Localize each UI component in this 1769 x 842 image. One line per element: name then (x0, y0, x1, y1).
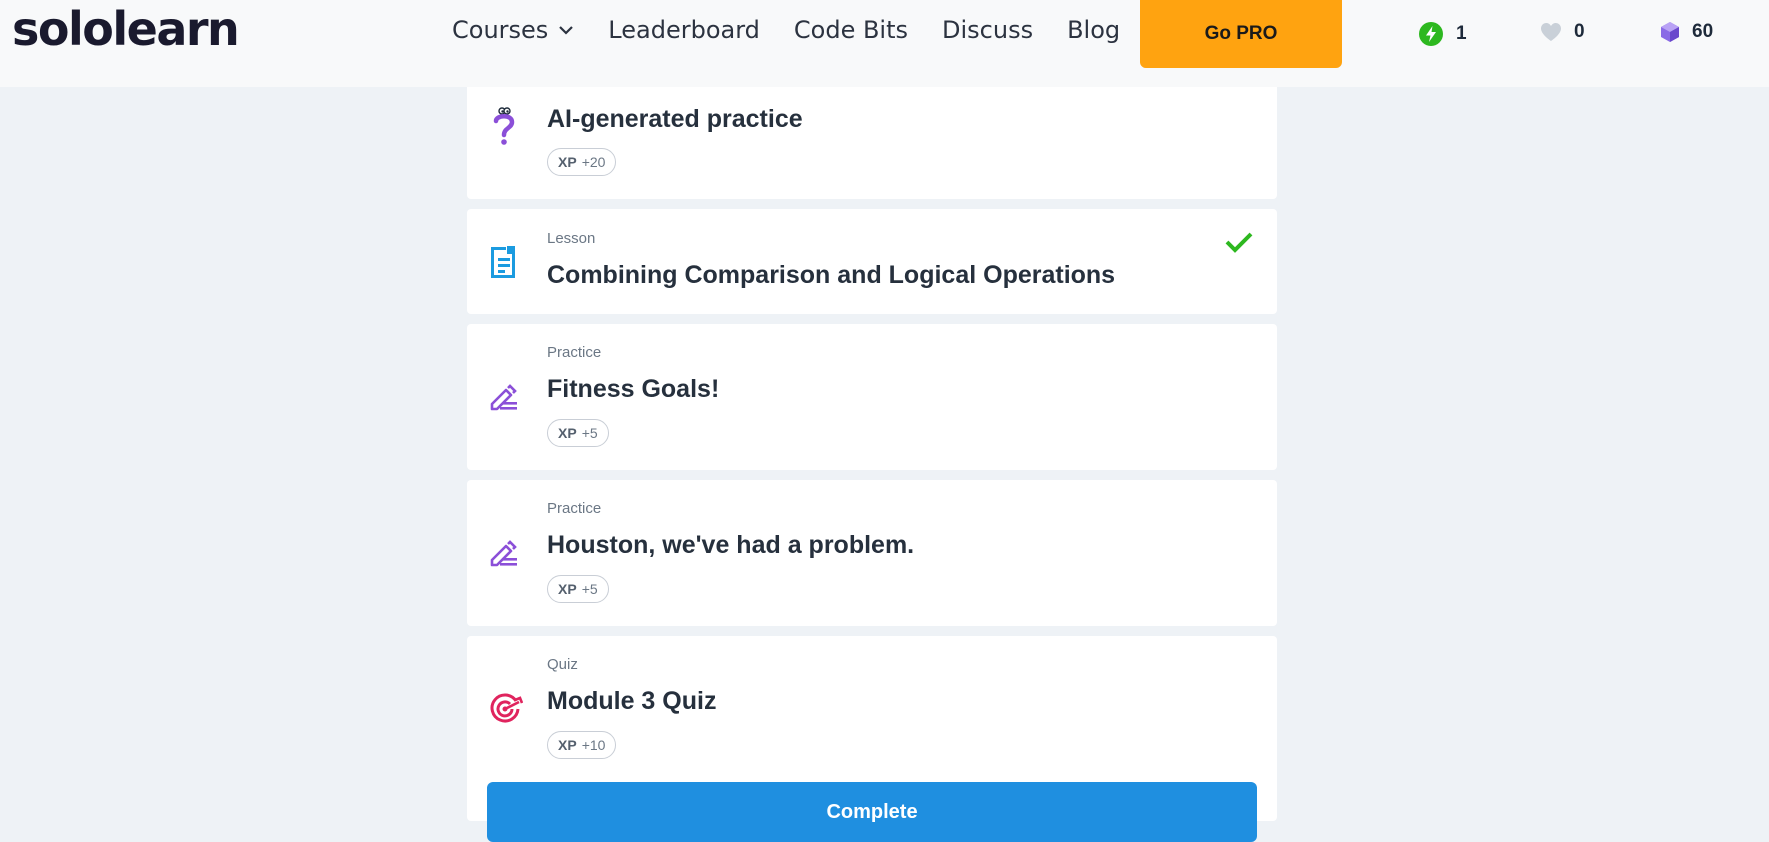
nav-leaderboard[interactable]: Leaderboard (608, 16, 760, 44)
lesson-type: Practice (547, 500, 602, 517)
streak-counter[interactable]: 1 (1418, 21, 1467, 47)
xp-label: XP (558, 737, 577, 753)
lightning-icon (1419, 22, 1443, 46)
hearts-count: 0 (1574, 21, 1585, 42)
xp-value: +10 (581, 737, 606, 753)
heart-icon (1541, 23, 1561, 41)
lesson-type: Lesson (547, 230, 596, 247)
gems-count: 60 (1692, 21, 1714, 42)
chevron-down-icon (559, 26, 574, 35)
lesson-card-fitness-goals[interactable]: Practice Fitness Goals! XP +5 (467, 324, 1277, 470)
complete-button[interactable]: Complete (487, 782, 1257, 842)
lesson-title: Fitness Goals! (547, 375, 720, 403)
xp-badge: XP +5 (547, 575, 609, 603)
lesson-card-ai-practice[interactable]: AI-generated practice XP +20 (467, 70, 1277, 199)
question-mark-icon (493, 107, 515, 145)
main-nav: Courses Leaderboard Code Bits Discuss Bl… (452, 16, 1154, 44)
xp-value: +5 (581, 581, 598, 597)
lesson-card-houston[interactable]: Practice Houston, we've had a problem. X… (467, 480, 1277, 626)
lesson-title: Module 3 Quiz (547, 687, 717, 715)
xp-label: XP (558, 581, 577, 597)
xp-value: +5 (581, 425, 598, 441)
xp-label: XP (558, 154, 577, 170)
xp-label: XP (558, 425, 577, 441)
xp-badge: XP +10 (547, 731, 617, 759)
lesson-card-combining-operations[interactable]: Lesson Combining Comparison and Logical … (467, 209, 1277, 314)
lesson-title: Combining Comparison and Logical Operati… (547, 261, 1116, 289)
xp-badge: XP +20 (547, 148, 617, 176)
nav-code-bits[interactable]: Code Bits (794, 16, 908, 44)
nav-courses[interactable]: Courses (452, 16, 574, 44)
gems-counter[interactable]: 60 (1660, 21, 1713, 43)
streak-count: 1 (1456, 23, 1467, 44)
hearts-counter[interactable]: 0 (1540, 21, 1585, 43)
lesson-title: Houston, we've had a problem. (547, 531, 915, 559)
go-pro-button[interactable]: Go PRO (1140, 0, 1342, 68)
top-navbar: sololearn Courses Leaderboard Code Bits … (0, 0, 1769, 87)
lesson-type: Practice (547, 344, 602, 361)
xp-badge: XP +5 (547, 419, 609, 447)
target-icon (490, 693, 523, 723)
sololearn-logo[interactable]: sololearn (12, 2, 240, 56)
lesson-title: AI-generated practice (547, 105, 803, 133)
document-icon (491, 246, 515, 278)
xp-value: +20 (581, 154, 606, 170)
nav-blog[interactable]: Blog (1067, 16, 1120, 44)
pencil-icon (490, 384, 517, 411)
checkmark-icon (1225, 232, 1253, 253)
nav-courses-label: Courses (452, 16, 549, 44)
nav-discuss[interactable]: Discuss (942, 16, 1033, 44)
pencil-icon (490, 540, 517, 567)
gem-icon (1661, 22, 1679, 42)
lesson-type: Quiz (547, 656, 578, 673)
